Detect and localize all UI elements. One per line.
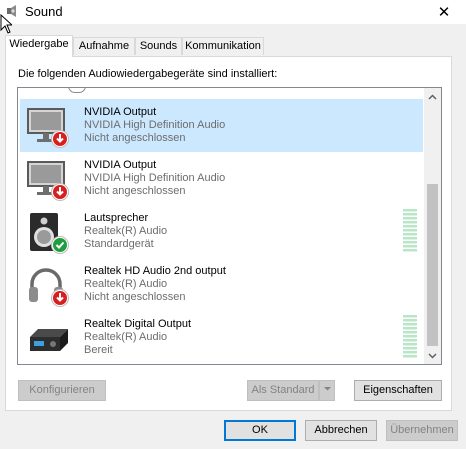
scroll-down-button[interactable]	[424, 347, 441, 364]
headphones-icon	[29, 268, 69, 307]
panel-heading: Die folgenden Audiowiedergabegeräte sind…	[18, 68, 278, 80]
volume-level-meter	[403, 209, 417, 252]
device-status: Nicht angeschlossen	[84, 132, 186, 144]
device-item[interactable]: Realtek HD Audio 2nd output Realtek(R) A…	[20, 258, 423, 311]
device-name: NVIDIA Output	[84, 106, 157, 118]
device-status: Nicht angeschlossen	[84, 185, 186, 197]
chevron-down-icon	[323, 387, 331, 391]
tab-kommunikation[interactable]: Kommunikation	[182, 37, 264, 55]
title-bar: Sound ✕	[0, 0, 466, 24]
device-driver: Realtek(R) Audio	[84, 278, 168, 290]
set-default-dropdown[interactable]	[319, 380, 335, 401]
device-name: NVIDIA Output	[84, 159, 157, 171]
scroll-up-button[interactable]	[424, 88, 441, 105]
scroll-thumb[interactable]	[427, 184, 438, 346]
tab-sounds[interactable]: Sounds	[135, 37, 182, 55]
playback-panel: Die folgenden Audiowiedergabegeräte sind…	[5, 56, 452, 411]
device-name: Realtek Digital Output	[84, 318, 191, 330]
device-status: Bereit	[84, 344, 113, 356]
close-button[interactable]: ✕	[422, 0, 466, 24]
partial-item-icon	[68, 88, 86, 93]
volume-level-meter	[403, 315, 417, 358]
device-name: Lautsprecher	[84, 212, 149, 224]
device-status: Standardgerät	[84, 238, 154, 250]
device-item[interactable]: NVIDIA Output NVIDIA High Definition Aud…	[20, 152, 423, 205]
apply-button[interactable]: Übernehmen	[386, 420, 458, 441]
device-name: Realtek HD Audio 2nd output	[84, 265, 226, 277]
mouse-cursor-icon	[0, 14, 12, 34]
configure-button[interactable]: Konfigurieren	[18, 380, 106, 401]
ok-button[interactable]: OK	[224, 420, 296, 441]
tab-aufnahme[interactable]: Aufnahme	[73, 37, 135, 55]
window-title: Sound	[25, 4, 63, 19]
device-driver: Realtek(R) Audio	[84, 225, 168, 237]
device-status: Nicht angeschlossen	[84, 291, 186, 303]
device-list[interactable]: NVIDIA Output NVIDIA High Definition Aud…	[17, 87, 442, 365]
device-item[interactable]: NVIDIA Output NVIDIA High Definition Aud…	[20, 99, 423, 152]
vertical-scrollbar[interactable]	[424, 88, 441, 364]
set-default-button[interactable]: Als Standard	[247, 380, 319, 401]
tab-wiedergabe[interactable]: Wiedergabe	[5, 35, 73, 57]
digital-receiver-icon	[30, 329, 68, 351]
monitor-icon	[27, 161, 69, 201]
chevron-up-icon	[428, 93, 437, 100]
speaker-icon	[30, 213, 69, 254]
device-item[interactable]: Realtek Digital Output Realtek(R) Audio …	[20, 311, 423, 364]
cancel-button[interactable]: Abbrechen	[305, 420, 377, 441]
properties-button[interactable]: Eigenschaften	[354, 380, 442, 401]
monitor-icon	[27, 108, 69, 148]
device-driver: NVIDIA High Definition Audio	[84, 119, 226, 131]
device-item[interactable]: Lautsprecher Realtek(R) Audio Standardge…	[20, 205, 423, 258]
device-driver: Realtek(R) Audio	[84, 331, 168, 343]
device-driver: NVIDIA High Definition Audio	[84, 172, 226, 184]
chevron-down-icon	[428, 352, 437, 359]
